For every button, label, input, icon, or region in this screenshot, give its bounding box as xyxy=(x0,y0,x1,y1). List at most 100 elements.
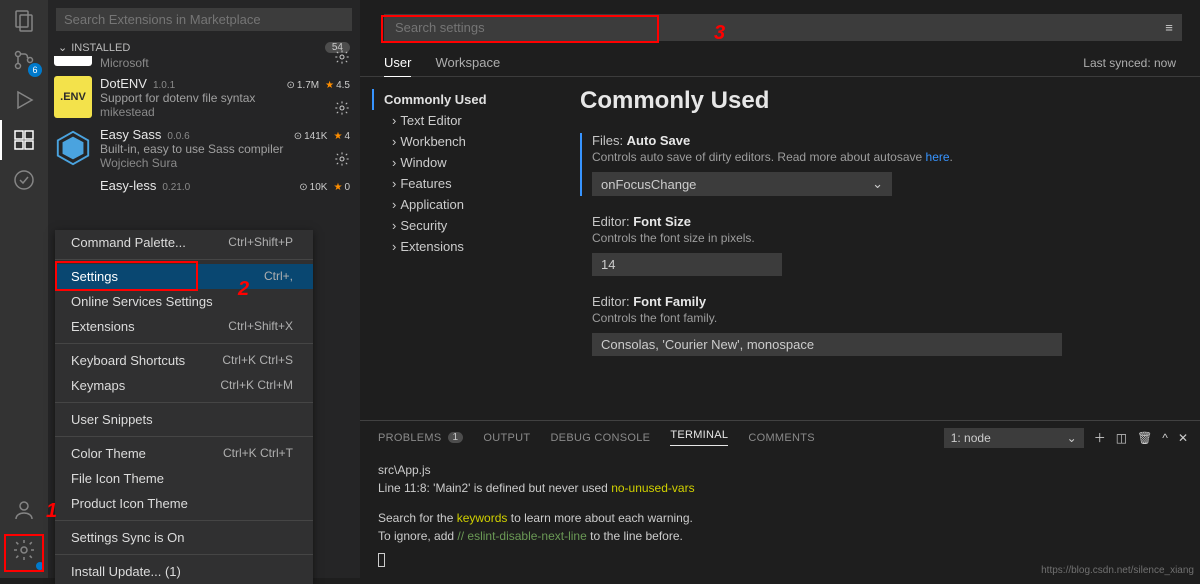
menu-item[interactable]: Command Palette...Ctrl+Shift+P xyxy=(55,230,313,255)
problems-count: 1 xyxy=(448,432,464,443)
menu-item[interactable]: Color Theme Ctrl+K Ctrl+T xyxy=(55,441,313,466)
term-line: Line 11:8: 'Main2' is defined but never … xyxy=(378,479,1182,497)
term-line: To ignore, add // eslint-disable-next-li… xyxy=(378,527,1182,545)
new-terminal-icon[interactable]: ＋ xyxy=(1094,429,1106,446)
extension-version: 1.0.1 xyxy=(153,80,175,91)
settings-tree-item[interactable]: Text Editor xyxy=(384,110,550,131)
menu-item-shortcut: Ctrl+Shift+P xyxy=(228,235,293,250)
extension-name: Easy Sass xyxy=(100,127,161,142)
close-icon[interactable]: ✕ xyxy=(1178,431,1188,445)
watermark: https://blog.csdn.net/silence_xiang xyxy=(1041,565,1194,576)
extension-icon xyxy=(54,127,92,169)
menu-item-label: File Icon Theme xyxy=(71,471,164,486)
terminal-cursor xyxy=(378,553,385,567)
settings-tree-item[interactable]: Extensions xyxy=(384,236,550,257)
menu-item[interactable]: KeymapsCtrl+K Ctrl+M xyxy=(55,373,313,398)
run-debug-icon[interactable] xyxy=(0,80,48,120)
account-icon[interactable] xyxy=(0,490,48,530)
menu-item-label: Color Theme xyxy=(71,446,146,461)
gear-icon[interactable] xyxy=(334,100,350,119)
terminal-select[interactable]: 1: node⌄ xyxy=(944,428,1084,448)
menu-item-label: Product Icon Theme xyxy=(71,496,188,511)
extension-item[interactable]: Microsoft xyxy=(48,56,360,72)
menu-item-label: Settings xyxy=(71,269,118,284)
trash-icon[interactable]: 🗑 xyxy=(1137,431,1152,445)
setting-desc: Controls auto save of dirty editors. Rea… xyxy=(592,150,1170,164)
menu-item-shortcut: Ctrl+, xyxy=(264,269,293,284)
settings-tree-item[interactable]: Workbench xyxy=(384,131,550,152)
extensions-icon[interactable] xyxy=(0,120,48,160)
setting-fontsize: Editor: Font Size Controls the font size… xyxy=(580,214,1170,276)
menu-item-label: Extensions xyxy=(71,319,135,334)
projects-icon[interactable] xyxy=(0,160,48,200)
menu-item[interactable]: File Icon Theme xyxy=(55,466,313,491)
menu-item[interactable]: Settings Ctrl+, xyxy=(55,264,313,289)
tab-workspace[interactable]: Workspace xyxy=(435,49,500,76)
setting-autosave: Files: Auto Save Controls auto save of d… xyxy=(580,133,1170,196)
menu-item-shortcut: Ctrl+K Ctrl+T xyxy=(223,446,293,461)
settings-tree-item[interactable]: Application xyxy=(384,194,550,215)
menu-item[interactable]: User Snippets xyxy=(55,407,313,432)
installed-section-header[interactable]: ⌄ INSTALLED 54 xyxy=(48,39,360,56)
section-label: INSTALLED xyxy=(71,42,130,54)
gear-icon[interactable] xyxy=(334,151,350,170)
menu-item-label: Install Update... (1) xyxy=(71,564,181,579)
tab-problems[interactable]: PROBLEMS1 xyxy=(378,432,463,444)
chevron-down-icon: ⌄ xyxy=(1067,431,1077,445)
menu-item[interactable]: Install Update... (1) xyxy=(55,559,313,584)
extension-search-input[interactable] xyxy=(56,8,352,31)
bottom-panel: PROBLEMS1 OUTPUT DEBUG CONSOLE TERMINAL … xyxy=(360,420,1200,578)
settings-search-input[interactable] xyxy=(384,14,1182,41)
tab-terminal[interactable]: TERMINAL xyxy=(670,429,728,446)
menu-item-label: User Snippets xyxy=(71,412,153,427)
menu-item[interactable]: Extensions Ctrl+Shift+X xyxy=(55,314,313,339)
settings-filter-icon[interactable]: ≡ xyxy=(1158,16,1180,38)
extension-item[interactable]: Easy-less 0.21.0 ⊙ 10K ★ 0 xyxy=(48,174,360,220)
setting-desc: Controls the font family. xyxy=(592,311,1170,325)
autosave-link[interactable]: here xyxy=(926,150,950,164)
autosave-select[interactable]: onFocusChange⌄ xyxy=(592,172,892,196)
settings-tree-item[interactable]: Window xyxy=(384,152,550,173)
fontsize-input[interactable] xyxy=(592,253,782,276)
extension-stats: ⊙ 10K ★ 0 xyxy=(299,182,350,193)
extension-icon: .ENV xyxy=(54,76,92,118)
menu-item-label: Settings Sync is On xyxy=(71,530,184,545)
split-terminal-icon[interactable]: ◫ xyxy=(1116,431,1127,445)
menu-item[interactable]: Settings Sync is On xyxy=(55,525,313,550)
extension-item[interactable]: .ENV DotENV 1.0.1 ⊙ 1.7M ★ 4.5 Support f… xyxy=(48,72,360,123)
extension-item[interactable]: Easy Sass 0.0.6 ⊙ 141K ★ 4 Built-in, eas… xyxy=(48,123,360,174)
extension-author: mikestead xyxy=(100,105,350,119)
gear-update-badge xyxy=(36,562,44,570)
extension-name: DotENV xyxy=(100,76,147,91)
extension-version: 0.0.6 xyxy=(167,131,189,142)
settings-tree-item[interactable]: Security xyxy=(384,215,550,236)
extension-search[interactable] xyxy=(56,8,352,31)
terminal-output[interactable]: src\App.js Line 11:8: 'Main2' is defined… xyxy=(360,451,1200,579)
menu-item-shortcut: Ctrl+Shift+X xyxy=(228,319,293,334)
explorer-icon[interactable] xyxy=(0,0,48,40)
settings-gear-icon[interactable] xyxy=(0,530,48,570)
tab-user[interactable]: User xyxy=(384,49,411,77)
settings-tree-item[interactable]: Features xyxy=(384,173,550,194)
term-line: Search for the keywords to learn more ab… xyxy=(378,509,1182,527)
fontfamily-input[interactable] xyxy=(592,333,1062,356)
tab-comments[interactable]: COMMENTS xyxy=(748,432,815,444)
extension-stats: ⊙ 141K ★ 4 xyxy=(294,131,350,142)
menu-item[interactable]: Keyboard ShortcutsCtrl+K Ctrl+S xyxy=(55,348,313,373)
menu-item[interactable]: Online Services Settings xyxy=(55,289,313,314)
tab-output[interactable]: OUTPUT xyxy=(483,432,530,444)
settings-heading: Commonly Used xyxy=(580,87,1170,115)
extension-author: Microsoft xyxy=(100,56,350,70)
source-control-icon[interactable]: 6 xyxy=(0,40,48,80)
setting-desc: Controls the font size in pixels. xyxy=(592,231,1170,245)
extension-icon xyxy=(54,56,92,66)
chevron-up-icon[interactable]: ^ xyxy=(1162,431,1168,445)
settings-context-menu: Command Palette...Ctrl+Shift+P Settings Ct… xyxy=(55,230,313,584)
tab-debug-console[interactable]: DEBUG CONSOLE xyxy=(550,432,650,444)
extension-name: Easy-less xyxy=(100,178,156,193)
scm-badge: 6 xyxy=(28,63,42,77)
menu-item[interactable]: Product Icon Theme xyxy=(55,491,313,516)
gear-icon[interactable] xyxy=(334,49,350,68)
settings-search[interactable]: ≡ xyxy=(384,14,1182,41)
tree-root[interactable]: Commonly Used xyxy=(372,89,550,110)
